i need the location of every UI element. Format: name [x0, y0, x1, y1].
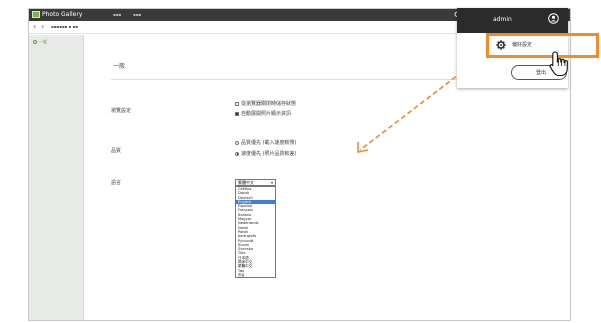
- breadcrumb: ▪▪▪▪▪▪ ▪ ▪▪: [51, 24, 78, 29]
- app-title: Photo Gallery: [42, 11, 83, 18]
- language-select[interactable]: 繁體中文: [235, 179, 276, 186]
- radio-label: 速度優先 (照片品質較差): [241, 151, 297, 157]
- checkbox-box-checked[interactable]: [235, 111, 239, 116]
- radio-button[interactable]: [235, 140, 239, 145]
- language-option[interactable]: 한글: [236, 273, 275, 277]
- radio-speed-first[interactable]: 速度優先 (照片品質較差): [235, 150, 297, 157]
- checkbox-label: 自動展開照片顯示資訊: [241, 111, 292, 117]
- language-selected-value: 繁體中文: [238, 180, 254, 185]
- quality-label: 品質: [111, 148, 122, 154]
- user-menu-header: admin: [457, 8, 568, 33]
- sidebar: 一般: [29, 35, 84, 320]
- user-account-icon[interactable]: [548, 13, 559, 24]
- top-menu-item-1[interactable]: ▪▪▪: [113, 10, 121, 20]
- radio-quality-first[interactable]: 品質優先 (載入速度較慢): [235, 139, 297, 146]
- checkbox-save-state[interactable]: 從瀏覽器關閉時儲存狀態: [235, 100, 296, 107]
- checkbox-label: 從瀏覽器關閉時儲存狀態: [241, 101, 297, 107]
- dropdown-arrow-icon[interactable]: [271, 182, 273, 184]
- browse-settings-label: 瀏覽設定: [111, 108, 132, 114]
- username-label: admin: [493, 16, 512, 23]
- forward-arrow-icon[interactable]: ›: [41, 22, 44, 32]
- sidebar-item-general[interactable]: 一般: [31, 38, 81, 47]
- radio-button-selected[interactable]: [235, 151, 239, 156]
- language-dropdown-list[interactable]: Čeština Dansk Deutsch English Español Fr…: [235, 186, 276, 279]
- section-title: 一般: [113, 63, 126, 70]
- hand-pointer-icon: [549, 51, 568, 77]
- language-label: 語言: [111, 180, 122, 186]
- back-arrow-icon[interactable]: ‹: [33, 22, 36, 32]
- checkbox-auto-expand-info[interactable]: 自動展開照片顯示資訊: [235, 110, 291, 117]
- radio-label: 品質優先 (載入速度較慢): [241, 140, 297, 146]
- top-menu-item-2[interactable]: ▪▪▪: [133, 10, 141, 20]
- sidebar-item-label: 一般: [39, 39, 47, 44]
- photo-gallery-logo-icon: [32, 11, 40, 18]
- logout-label: 登出: [536, 70, 547, 76]
- checkbox-box[interactable]: [235, 101, 239, 106]
- highlight-preferences-box: [486, 33, 599, 58]
- general-settings-icon: [33, 40, 37, 44]
